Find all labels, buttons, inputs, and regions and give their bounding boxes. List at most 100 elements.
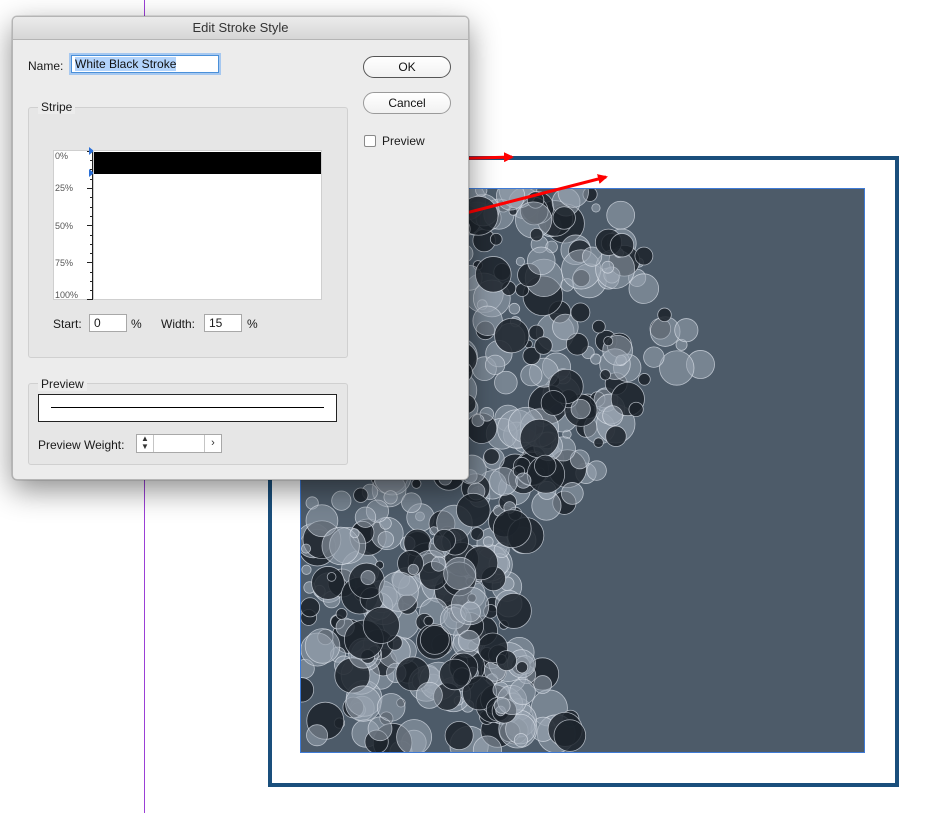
bubble [378, 571, 419, 612]
bubble [439, 658, 471, 691]
bubble [444, 721, 474, 751]
bubble [301, 564, 312, 575]
bubble [383, 490, 398, 505]
preview-group-title: Preview [38, 377, 87, 391]
stroke-preview-line [51, 407, 324, 408]
name-input-value: White Black Stroke [75, 57, 177, 71]
bubble [509, 678, 536, 706]
edit-stroke-style-dialog: Edit Stroke Style Name: White Black Stro… [12, 16, 469, 480]
bubble [591, 203, 601, 213]
bubble [304, 628, 341, 664]
stroke-preview-box [38, 394, 337, 422]
ruler-label-50: 50% [55, 221, 74, 231]
bubble [533, 675, 553, 694]
bubble [401, 492, 422, 513]
bubble [362, 606, 400, 644]
bubble [431, 556, 447, 572]
bubble [605, 425, 627, 447]
width-input[interactable]: 15 [204, 314, 242, 332]
bubble [377, 531, 395, 548]
stripe-bar[interactable] [94, 152, 321, 174]
bubble [529, 227, 544, 242]
start-label: Start: [53, 317, 82, 331]
bubble [471, 414, 485, 427]
up-down-arrows-icon[interactable]: ▲ ▼ [137, 435, 154, 452]
stripe-ruler: 0% 25% 50% 75% 100% [53, 150, 93, 300]
bubble [638, 373, 651, 386]
bubble [301, 677, 315, 703]
bubble [301, 597, 321, 618]
bubble [606, 200, 636, 230]
bubble [599, 369, 611, 381]
bubble [515, 472, 532, 489]
bubble [534, 336, 553, 355]
bubble [326, 572, 337, 582]
start-percent: % [131, 317, 142, 331]
ruler-label-100: 100% [55, 290, 79, 300]
bubble [513, 733, 529, 748]
bubble [570, 302, 591, 323]
name-label: Name: [28, 59, 64, 73]
dialog-title: Edit Stroke Style [13, 17, 468, 40]
bubble [602, 405, 624, 427]
preview-checkbox-label: Preview [382, 134, 425, 148]
bubble [456, 492, 491, 528]
bubble [659, 350, 695, 386]
bubble [586, 460, 607, 481]
bubble [609, 233, 635, 258]
bubble [553, 719, 587, 752]
bubble [603, 336, 614, 347]
bubble [423, 615, 434, 627]
bubble [301, 543, 312, 554]
width-label: Width: [161, 317, 196, 331]
ruler-label-75: 75% [55, 258, 74, 268]
bubble [457, 629, 481, 653]
bubble [601, 260, 615, 274]
width-percent: % [247, 317, 258, 331]
bubble [674, 318, 699, 343]
name-input[interactable]: White Black Stroke [71, 55, 219, 73]
bubble [519, 418, 560, 459]
bubble [560, 482, 584, 505]
bubble [657, 307, 672, 323]
bubble [311, 566, 345, 600]
stripe-group-title: Stripe [38, 100, 76, 114]
bubble [483, 448, 500, 465]
bubble [552, 206, 576, 230]
bubble [515, 256, 526, 267]
bubble [460, 601, 481, 623]
bubble [345, 685, 382, 722]
ruler-label-25: 25% [55, 183, 74, 193]
preview-weight-field[interactable]: ▲ ▼ › [136, 434, 222, 453]
bubble [628, 273, 660, 304]
bubble [570, 398, 591, 420]
bubble [526, 246, 556, 276]
bubble [493, 697, 511, 714]
bubble [628, 401, 644, 417]
bubble [494, 317, 530, 354]
bubble [494, 370, 518, 395]
bubble [331, 490, 352, 511]
bubble [411, 478, 422, 489]
bubble [396, 719, 433, 752]
bubble [407, 563, 419, 576]
start-input[interactable]: 0 [89, 314, 127, 332]
bubble [496, 650, 517, 671]
bubble [376, 693, 406, 722]
preview-weight-label: Preview Weight: [38, 438, 125, 452]
bubble [443, 556, 477, 590]
ok-button[interactable]: OK [363, 56, 451, 78]
bubble [432, 528, 456, 552]
bubble [590, 353, 602, 365]
ruler-label-0: 0% [55, 151, 69, 161]
preview-checkbox[interactable] [364, 135, 376, 147]
bubble [484, 354, 506, 376]
bubble [492, 509, 532, 549]
cancel-button[interactable]: Cancel [363, 92, 451, 114]
bubble [349, 528, 360, 539]
bubble [495, 592, 532, 629]
chevron-right-icon[interactable]: › [204, 435, 221, 452]
bubble [489, 232, 503, 246]
bubble [508, 302, 521, 315]
stripe-editor[interactable] [93, 150, 322, 300]
